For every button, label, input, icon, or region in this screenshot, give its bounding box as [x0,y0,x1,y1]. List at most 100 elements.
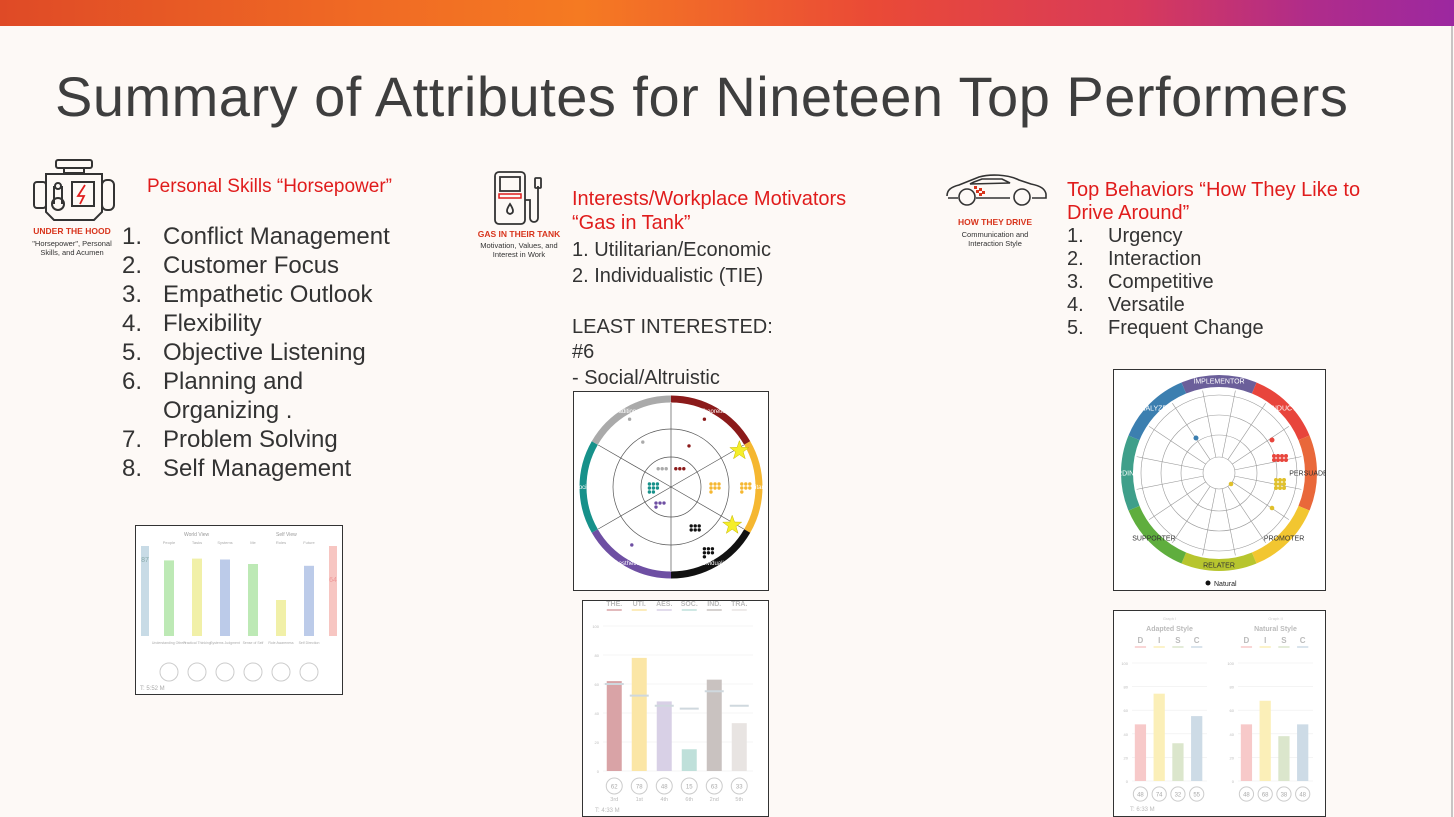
y-tick-label: 20 [1124,755,1129,760]
value-label: 32 [1175,793,1182,799]
respondent-dot [1193,435,1199,441]
wheel-divider [1136,475,1204,490]
rank-label: 4th [660,797,668,803]
segment-label: ANALYZER [1136,405,1172,412]
chart-subtitle: Graph I [1163,616,1176,621]
respondent-dot [630,543,634,547]
category-label: D [1138,636,1144,645]
chart-title: Adapted Style [1146,626,1193,633]
y-tick-label: 100 [592,624,599,629]
gas-in-tank-label: GAS IN THEIR TANK [477,229,561,239]
wheel-divider [1232,426,1290,465]
skill-item: 3. Empathetic Outlook [122,280,390,309]
item-text: Organizing . [163,397,293,424]
respondent-dot [697,524,701,528]
wheel-divider [1172,486,1211,544]
skill-item: 8. Self Management [122,454,390,483]
star-icon [721,514,743,534]
respondent-dot [651,486,656,490]
item-number: 6. [122,368,143,395]
wheel-divider [670,444,744,488]
y-tick-label: 60 [1230,708,1235,713]
respondent-dot [717,486,721,490]
respondent-dot [627,417,632,421]
value-label: 78 [636,785,643,791]
y-tick-label: 80 [1124,685,1129,690]
respondent-dot [748,482,752,486]
wheel-divider [1202,390,1217,458]
behavior-item: 4. Versatile [1067,294,1264,317]
segment-label: COORDINATOR [1114,471,1153,478]
segment-label: PERSUADER [1289,471,1325,478]
respondent-dot [693,528,697,532]
category-label: S [1281,636,1287,645]
item-text: Versatile [1108,294,1185,316]
y-tick-label: 100 [1227,661,1234,666]
personal-skills-list: 1. Conflict Management 2. Customer Focus 3. E… [122,222,390,483]
dimension-label: Systems [217,540,232,545]
motivator-line: 1. Utilitarian/Economic [572,239,771,261]
respondent-dot [654,501,658,505]
respondent-dot [1276,454,1280,458]
time-label: T: 4:33 M [595,808,620,814]
wheel-divider [1234,475,1302,490]
respondent-dot [697,528,701,532]
wheel-divider [1221,390,1236,458]
wheel-segment [1128,505,1187,564]
segment-label: Social [575,485,591,491]
respondent-dot [682,467,686,471]
segment-label: Aesthetic [615,561,640,567]
respondent-dot [656,467,660,471]
wheel-segment [591,395,672,445]
respondent-dot [678,467,682,471]
disc-bar-chart: 0 20 40 60 80 100 D 48 I 74 S 32 C 55 Adapted Style Gra… [1113,610,1326,817]
y-tick-label: 100 [1121,661,1128,666]
acumen-bar-label: Practical Thinking [183,641,211,645]
value-label: 62 [611,785,618,791]
respondent-dot [655,482,660,486]
item-text: Conflict Management [163,223,390,250]
respondent-dot [1278,478,1282,482]
item-number: 4. [122,310,143,337]
item-number: 2. [1067,248,1084,270]
acumen-bar-label: Understanding Others [152,641,186,645]
item-text: Customer Focus [163,252,340,279]
item-text: Self Management [163,455,352,482]
value-label: 48 [661,785,668,791]
bar [1191,716,1203,781]
segment-label: IMPLEMENTOR [1193,379,1244,386]
category-label: S [1175,636,1181,645]
respondent-dot [1282,482,1286,486]
respondent-dot [744,486,748,490]
rank-label: 2nd [710,797,719,803]
chart-title: Natural Style [1254,626,1297,633]
item-number: 7. [122,426,143,453]
category-label: I [1264,636,1266,645]
category-label: AES. [656,601,672,608]
bar [1297,724,1309,781]
respondent-dot [647,486,652,490]
respondent-dot [687,444,691,448]
category-label: THE. [606,601,622,608]
respondent-dot [662,501,666,505]
under-the-hood-label: UNDER THE HOOD [33,226,111,236]
y-tick-label: 80 [595,653,600,658]
item-text: Planning and [163,368,304,395]
segment-label: Theoretical [700,409,730,415]
group-label: World View [184,532,209,538]
respondent-dot [651,482,656,486]
respondent-dot [651,490,656,494]
time-label: T: 5:52 M [140,686,165,692]
engine-icon [33,159,115,221]
behaviors-heading: Top Behaviors “How They Like to Drive Aro… [1067,179,1361,224]
y-tick-label: 80 [1230,685,1235,690]
bar [1259,700,1271,781]
right-score: 64 [329,577,337,584]
acumen-bar [220,559,230,636]
respondent-dot [1269,437,1275,443]
rank-label: 3rd [610,797,618,803]
item-number: 3. [122,281,143,308]
respondent-dot [702,417,707,421]
motivator-line: LEAST INTERESTED: [572,315,773,338]
wheel-ring [1160,414,1278,532]
